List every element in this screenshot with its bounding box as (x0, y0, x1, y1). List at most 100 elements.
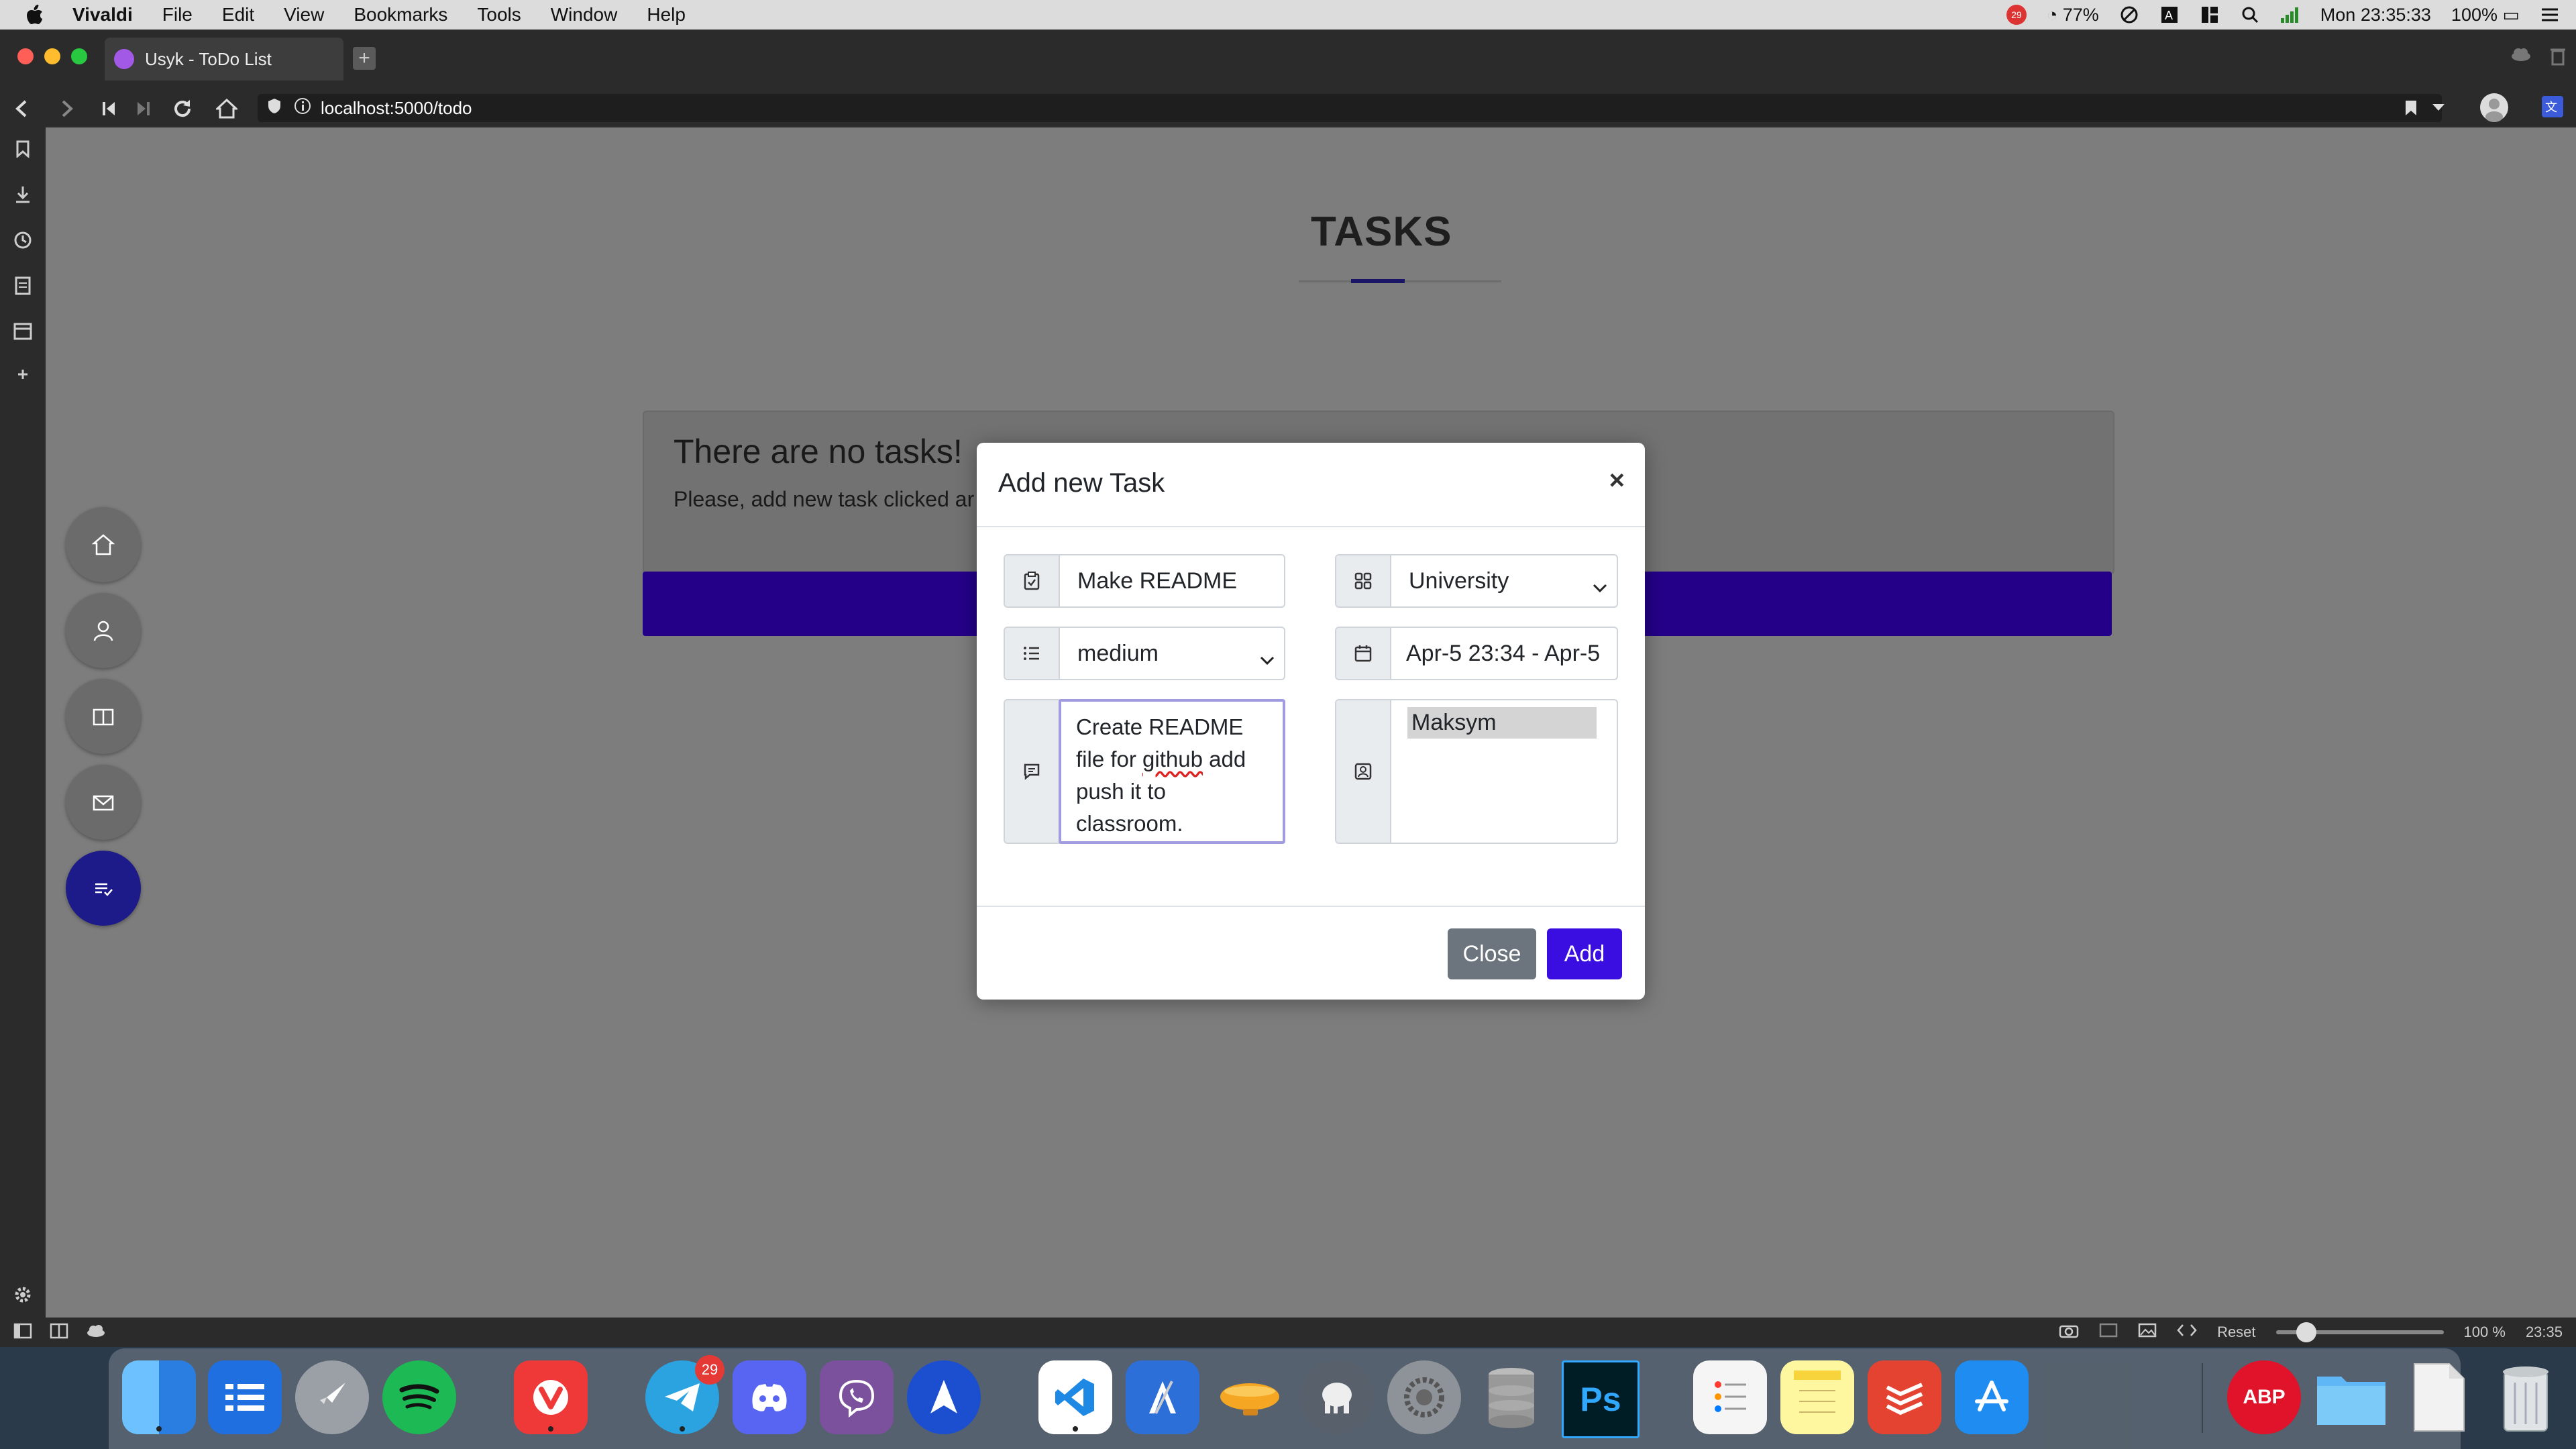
images-toggle-icon[interactable] (2138, 1322, 2157, 1342)
rewind-icon[interactable] (98, 98, 119, 119)
reminders-icon[interactable] (1693, 1360, 1767, 1434)
folder-icon[interactable] (2314, 1360, 2388, 1434)
discord-icon[interactable] (733, 1360, 806, 1434)
app-store-icon[interactable] (1955, 1360, 2029, 1434)
spotify-icon[interactable] (382, 1360, 456, 1434)
nav-book-button[interactable] (66, 679, 141, 754)
finder-icon[interactable] (122, 1360, 196, 1434)
battery-small-status[interactable]: ◔ 77% (2047, 5, 2099, 25)
viber-icon[interactable] (820, 1360, 894, 1434)
todoist-icon[interactable] (1868, 1360, 1941, 1434)
tiling-icon[interactable] (50, 1323, 68, 1343)
sync-icon[interactable] (2119, 5, 2139, 25)
add-button[interactable]: Add (1547, 928, 1622, 979)
menubar-clock[interactable]: Mon 23:35:33 (2320, 5, 2431, 25)
signal-bars-icon[interactable] (2280, 5, 2300, 25)
window-panel-icon[interactable] (12, 321, 34, 342)
description-line-2: file for github add (1076, 743, 1268, 775)
dropdown-chevron-icon[interactable] (2432, 103, 2445, 115)
menu-file[interactable]: File (162, 4, 193, 25)
back-icon[interactable] (11, 98, 32, 119)
tableplus-elephant-icon[interactable] (1300, 1360, 1374, 1434)
spotlight-search-icon[interactable] (2240, 5, 2260, 25)
profile-avatar-icon[interactable] (2479, 93, 2509, 125)
description-line-4: classroom. (1076, 811, 1183, 836)
browser-tab-active[interactable]: Usyk - ToDo List (105, 38, 343, 80)
system-preferences-icon[interactable] (1387, 1360, 1461, 1434)
priority-select[interactable]: medium (1060, 628, 1284, 679)
menu-window[interactable]: Window (551, 4, 618, 25)
trash-icon[interactable] (2551, 47, 2565, 69)
shield-icon[interactable] (267, 97, 282, 119)
keyboard-input-icon[interactable]: A (2159, 5, 2180, 25)
assignee-option-selected[interactable]: Maksym (1407, 707, 1597, 739)
fast-forward-icon[interactable] (133, 98, 154, 119)
task-name-input[interactable]: Make README (1060, 555, 1284, 606)
menu-app-name[interactable]: Vivaldi (72, 4, 133, 25)
translate-extension-icon[interactable]: 文 (2541, 95, 2564, 121)
notification-badge[interactable]: 29 (2006, 5, 2027, 25)
adblock-plus-icon[interactable]: ABP (2227, 1360, 2301, 1434)
vivaldi-icon[interactable] (514, 1360, 588, 1434)
nav-profile-button[interactable] (66, 593, 141, 668)
transmit-blimp-icon[interactable] (1213, 1360, 1287, 1434)
menu-help[interactable]: Help (647, 4, 686, 25)
reload-icon[interactable] (172, 98, 193, 119)
telegram-badge: 29 (695, 1355, 724, 1385)
downloads-panel-icon[interactable] (12, 184, 34, 205)
new-tab-button[interactable]: + (353, 47, 376, 70)
url-field[interactable]: localhost:5000/todo (258, 94, 2442, 122)
capture-icon[interactable] (2059, 1322, 2079, 1342)
site-info-icon[interactable] (294, 97, 311, 119)
apple-icon[interactable] (27, 5, 47, 25)
modal-close-icon[interactable]: × (1609, 466, 1625, 496)
zoom-slider-knob[interactable] (2296, 1322, 2316, 1342)
window-close-button[interactable] (17, 48, 34, 64)
zoom-slider[interactable] (2275, 1322, 2444, 1342)
description-textarea[interactable]: Create README file for github add push i… (1059, 699, 1285, 844)
menu-bookmarks[interactable]: Bookmarks (354, 4, 447, 25)
files-app-icon[interactable] (208, 1360, 282, 1434)
page-tiling-icon[interactable] (2099, 1322, 2118, 1342)
assignee-multiselect[interactable]: Maksym (1391, 700, 1617, 843)
cloud-sync-icon[interactable] (2510, 47, 2532, 69)
nav-home-button[interactable] (66, 507, 141, 582)
add-web-panel-icon[interactable] (12, 364, 34, 385)
launchpad-rocket-icon[interactable] (295, 1360, 369, 1434)
close-button[interactable]: Close (1448, 928, 1536, 979)
notes-panel-icon[interactable] (12, 275, 34, 297)
forward-icon[interactable] (56, 98, 78, 119)
database-icon[interactable] (1474, 1360, 1548, 1434)
vscode-icon[interactable] (1038, 1360, 1112, 1434)
trash-icon[interactable] (2489, 1360, 2563, 1434)
date-range-input[interactable]: Apr-5 23:34 - Apr-5 (1391, 628, 1617, 679)
list-icon (1005, 628, 1060, 679)
nav-todo-button[interactable] (66, 851, 141, 926)
control-center-icon[interactable] (2540, 5, 2560, 25)
window-minimize-button[interactable] (44, 48, 60, 64)
person-badge-icon (1336, 700, 1391, 843)
panel-toggle-icon[interactable] (13, 1323, 32, 1343)
menu-tools[interactable]: Tools (477, 4, 521, 25)
nav-mail-button[interactable] (66, 765, 141, 840)
home-icon[interactable] (216, 98, 237, 119)
cloud-icon[interactable] (86, 1323, 106, 1343)
history-panel-icon[interactable] (12, 229, 34, 251)
telegram-icon[interactable]: 29 (645, 1355, 724, 1434)
notes-app-icon[interactable] (1780, 1360, 1854, 1434)
photoshop-icon[interactable]: Ps (1562, 1360, 1640, 1438)
settings-gear-icon[interactable] (12, 1284, 34, 1305)
category-select[interactable]: University (1391, 555, 1617, 606)
navigation-app-icon[interactable] (907, 1360, 981, 1434)
zoom-reset-button[interactable]: Reset (2217, 1324, 2255, 1341)
page-actions-icon[interactable] (2177, 1324, 2197, 1341)
xcode-icon[interactable] (1126, 1360, 1199, 1434)
battery-status[interactable]: 100% ▭ (2451, 5, 2520, 25)
window-zoom-button[interactable] (71, 48, 87, 64)
menu-edit[interactable]: Edit (222, 4, 254, 25)
bookmark-page-icon[interactable] (2404, 99, 2418, 120)
bookmarks-panel-icon[interactable] (12, 138, 34, 160)
window-layout-icon[interactable] (2200, 5, 2220, 25)
menu-view[interactable]: View (284, 4, 324, 25)
text-file-icon[interactable] (2402, 1360, 2475, 1434)
